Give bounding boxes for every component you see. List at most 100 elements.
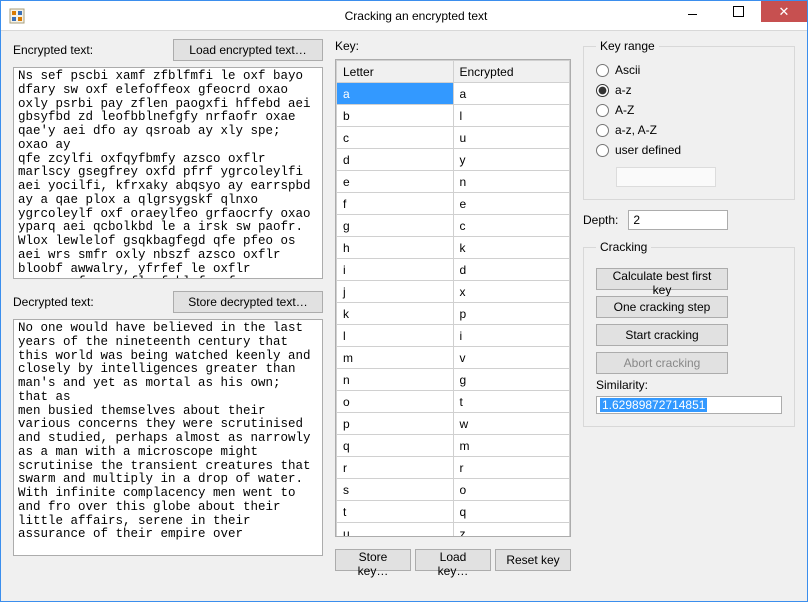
cell-letter[interactable]: a	[337, 83, 454, 105]
table-row[interactable]: uz	[337, 523, 570, 538]
cell-encrypted[interactable]: v	[453, 347, 570, 369]
store-decrypted-button[interactable]: Store decrypted text…	[173, 291, 323, 313]
radio-option-AZ[interactable]: A-Z	[596, 103, 782, 117]
cell-letter[interactable]: q	[337, 435, 454, 457]
decrypted-textarea[interactable]	[13, 319, 323, 556]
left-column: Encrypted text: Load encrypted text… Dec…	[13, 39, 323, 591]
store-key-button[interactable]: Store key…	[335, 549, 411, 571]
key-range-legend: Key range	[596, 39, 659, 53]
table-row[interactable]: pw	[337, 413, 570, 435]
cell-encrypted[interactable]: d	[453, 259, 570, 281]
key-col-letter[interactable]: Letter	[337, 61, 454, 83]
cell-letter[interactable]: e	[337, 171, 454, 193]
cell-letter[interactable]: g	[337, 215, 454, 237]
cell-letter[interactable]: d	[337, 149, 454, 171]
radio-option-az[interactable]: a-z	[596, 83, 782, 97]
cell-encrypted[interactable]: l	[453, 105, 570, 127]
table-row[interactable]: tq	[337, 501, 570, 523]
table-row[interactable]: gc	[337, 215, 570, 237]
table-row[interactable]: kp	[337, 303, 570, 325]
table-row[interactable]: dy	[337, 149, 570, 171]
user-defined-input[interactable]	[616, 167, 716, 187]
radio-option-user[interactable]: user defined	[596, 143, 782, 157]
table-row[interactable]: li	[337, 325, 570, 347]
cell-encrypted[interactable]: a	[453, 83, 570, 105]
cell-letter[interactable]: l	[337, 325, 454, 347]
key-grid-container[interactable]: Letter Encrypted aablcudyenfegchkidjxkpl…	[335, 59, 571, 537]
cell-encrypted[interactable]: n	[453, 171, 570, 193]
cell-letter[interactable]: b	[337, 105, 454, 127]
similarity-label: Similarity:	[596, 378, 782, 392]
table-row[interactable]: aa	[337, 83, 570, 105]
cell-encrypted[interactable]: g	[453, 369, 570, 391]
cell-encrypted[interactable]: m	[453, 435, 570, 457]
table-row[interactable]: jx	[337, 281, 570, 303]
cell-letter[interactable]: i	[337, 259, 454, 281]
cell-encrypted[interactable]: z	[453, 523, 570, 538]
table-row[interactable]: mv	[337, 347, 570, 369]
cell-encrypted[interactable]: u	[453, 127, 570, 149]
table-row[interactable]: cu	[337, 127, 570, 149]
table-row[interactable]: ng	[337, 369, 570, 391]
table-row[interactable]: bl	[337, 105, 570, 127]
cell-encrypted[interactable]: k	[453, 237, 570, 259]
cell-encrypted[interactable]: y	[453, 149, 570, 171]
radio-user[interactable]	[596, 144, 609, 157]
cell-letter[interactable]: c	[337, 127, 454, 149]
table-row[interactable]: qm	[337, 435, 570, 457]
cell-letter[interactable]: j	[337, 281, 454, 303]
cell-letter[interactable]: k	[337, 303, 454, 325]
table-row[interactable]: rr	[337, 457, 570, 479]
close-button[interactable]	[761, 1, 807, 22]
cell-letter[interactable]: n	[337, 369, 454, 391]
cell-encrypted[interactable]: p	[453, 303, 570, 325]
cell-letter[interactable]: m	[337, 347, 454, 369]
radio-azAZ[interactable]	[596, 124, 609, 137]
cell-encrypted[interactable]: c	[453, 215, 570, 237]
similarity-value: 1.62989872714851	[600, 398, 707, 412]
encrypted-label: Encrypted text:	[13, 43, 165, 57]
cell-encrypted[interactable]: i	[453, 325, 570, 347]
cell-encrypted[interactable]: x	[453, 281, 570, 303]
cell-encrypted[interactable]: e	[453, 193, 570, 215]
table-row[interactable]: fe	[337, 193, 570, 215]
reset-key-button[interactable]: Reset key	[495, 549, 571, 571]
maximize-button[interactable]	[715, 1, 761, 22]
cell-letter[interactable]: r	[337, 457, 454, 479]
depth-input[interactable]	[628, 210, 728, 230]
one-cracking-step-button[interactable]: One cracking step	[596, 296, 728, 318]
radio-ascii[interactable]	[596, 64, 609, 77]
key-range-group: Key range Ascii a-z A-Z a-z, A-Z user define…	[583, 39, 795, 200]
load-key-button[interactable]: Load key…	[415, 549, 491, 571]
encrypted-textarea[interactable]	[13, 67, 323, 279]
cell-letter[interactable]: h	[337, 237, 454, 259]
cell-letter[interactable]: s	[337, 479, 454, 501]
cell-letter[interactable]: u	[337, 523, 454, 538]
load-encrypted-button[interactable]: Load encrypted text…	[173, 39, 323, 61]
cell-letter[interactable]: f	[337, 193, 454, 215]
minimize-button[interactable]	[669, 1, 715, 22]
cracking-group: Cracking Calculate best first key One cr…	[583, 240, 795, 427]
cell-encrypted[interactable]: q	[453, 501, 570, 523]
radio-option-ascii[interactable]: Ascii	[596, 63, 782, 77]
radio-AZ[interactable]	[596, 104, 609, 117]
table-row[interactable]: id	[337, 259, 570, 281]
table-row[interactable]: hk	[337, 237, 570, 259]
cell-encrypted[interactable]: t	[453, 391, 570, 413]
cell-encrypted[interactable]: r	[453, 457, 570, 479]
radio-option-azAZ[interactable]: a-z, A-Z	[596, 123, 782, 137]
table-row[interactable]: ot	[337, 391, 570, 413]
cell-encrypted[interactable]: o	[453, 479, 570, 501]
cell-encrypted[interactable]: w	[453, 413, 570, 435]
cell-letter[interactable]: o	[337, 391, 454, 413]
radio-label: a-z, A-Z	[615, 123, 657, 137]
start-cracking-button[interactable]: Start cracking	[596, 324, 728, 346]
table-row[interactable]: so	[337, 479, 570, 501]
abort-cracking-button[interactable]: Abort cracking	[596, 352, 728, 374]
table-row[interactable]: en	[337, 171, 570, 193]
key-col-encrypted[interactable]: Encrypted	[453, 61, 570, 83]
calculate-best-first-key-button[interactable]: Calculate best first key	[596, 268, 728, 290]
cell-letter[interactable]: p	[337, 413, 454, 435]
radio-az[interactable]	[596, 84, 609, 97]
cell-letter[interactable]: t	[337, 501, 454, 523]
